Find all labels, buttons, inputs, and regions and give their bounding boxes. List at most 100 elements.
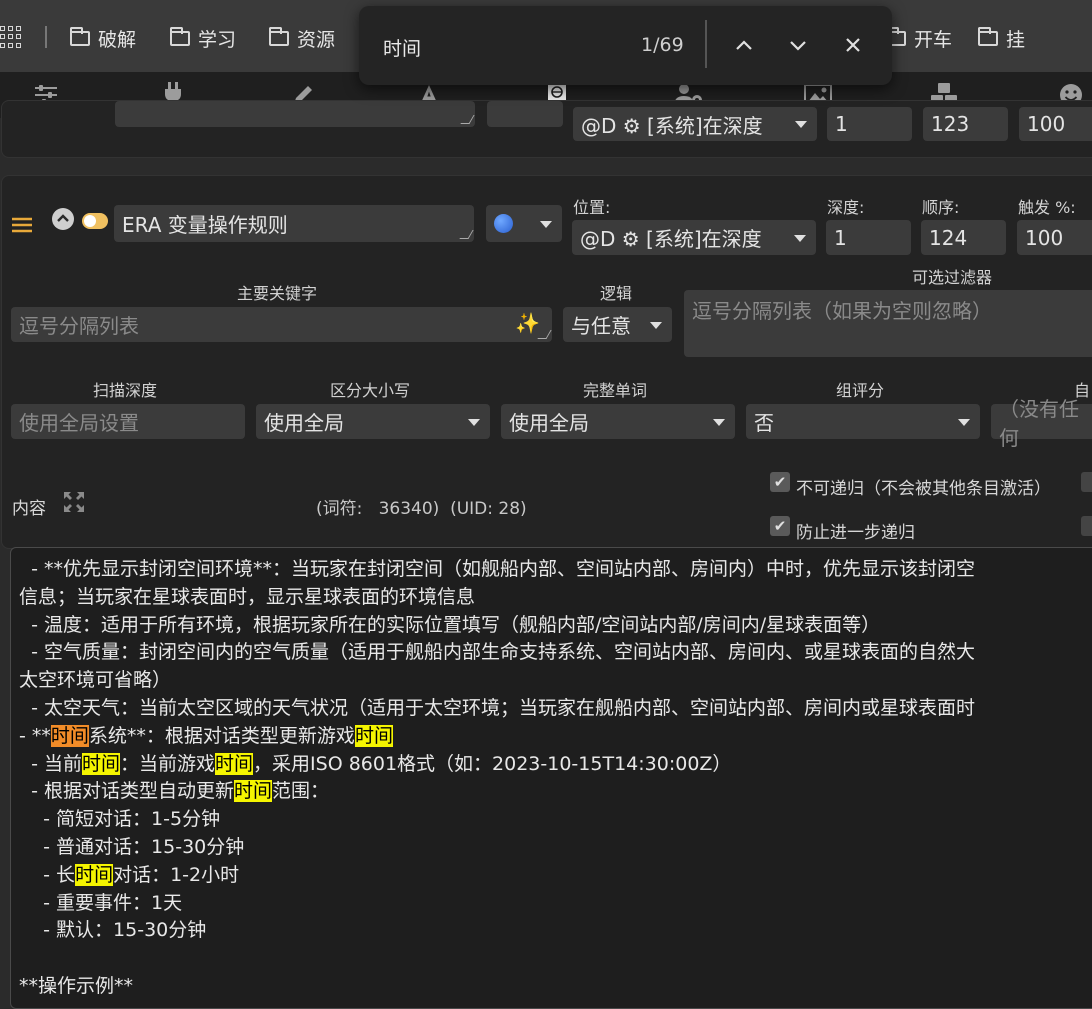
content-line: **操作示例**: [19, 971, 133, 998]
content-line: - 太空天气：当前太空区域的天气状况（适用于太空环境；当玩家在舰船内部、空间站内…: [19, 693, 975, 720]
prev-order-input[interactable]: 123: [923, 107, 1008, 141]
scan-depth-placeholder: 使用全局设置: [19, 411, 139, 435]
content-line: - 根据对话类型自动更新时间范围：: [19, 776, 329, 803]
entry-enabled-toggle[interactable]: [82, 213, 108, 229]
collapse-chevron-up-icon[interactable]: [52, 208, 74, 230]
search-match: 时间: [215, 752, 254, 775]
group-score-select[interactable]: 否: [746, 404, 980, 439]
optional-filter-input[interactable]: 逗号分隔列表（如果为空则忽略）: [684, 290, 1092, 357]
logic-select[interactable]: 与任意: [563, 307, 672, 342]
automation-input[interactable]: （没有任何: [991, 397, 1092, 450]
prev-depth-input[interactable]: 1: [827, 107, 912, 141]
content-text: - 空气质量：封闭空间内的空气质量（适用于舰船内部生命支持系统、空间站内部、房间…: [19, 641, 975, 664]
find-input[interactable]: 时间: [383, 34, 421, 61]
right-checkbox-2[interactable]: [1081, 516, 1092, 536]
trigger-value: 100: [1025, 225, 1064, 250]
prevent-recursion-checkbox[interactable]: ✔: [770, 516, 790, 536]
entry-title-input[interactable]: ERA 变量操作规则: [114, 205, 474, 242]
content-line: - 温度：适用于所有环境，根据玩家所在的实际位置填写（舰船内部/空间站内部/房间…: [19, 610, 880, 637]
primary-keywords-label: 主要关键字: [237, 284, 318, 303]
prev-position-value: @D ⚙ [系统]在深度: [581, 113, 763, 138]
folder-icon: [70, 26, 90, 46]
check-icon: ✔: [773, 473, 787, 491]
content-line: - 长时间对话：1-2小时: [19, 860, 239, 887]
content-text: ：当前游戏: [120, 752, 216, 775]
scan-depth-label: 扫描深度: [93, 381, 158, 400]
bookmark-folder-pojie[interactable]: 破解: [70, 24, 136, 52]
expand-editor-icon[interactable]: [64, 492, 84, 512]
prev-trigger-value: 100: [1027, 112, 1066, 136]
case-sensitive-select[interactable]: 使用全局: [256, 404, 490, 439]
find-next-chevron-down-icon[interactable]: [787, 34, 811, 58]
prev-position-select[interactable]: @D ⚙ [系统]在深度: [573, 107, 817, 141]
content-text: **操作示例**: [19, 975, 134, 997]
bookmark-folder-xuexi[interactable]: 学习: [170, 24, 236, 52]
trigger-label: 触发 %:: [1018, 198, 1076, 217]
depth-label: 深度:: [827, 198, 865, 217]
prev-depth-value: 1: [835, 112, 848, 136]
content-line: - 默认：15-30分钟: [19, 915, 206, 942]
position-select[interactable]: @D ⚙ [系统]在深度: [572, 220, 816, 255]
content-text: - 根据对话类型自动更新: [19, 780, 234, 803]
content-text: - 当前: [19, 752, 82, 775]
check-icon: ✔: [773, 517, 787, 535]
prev-order-value: 123: [931, 112, 970, 136]
automation-placeholder: （没有任何: [999, 396, 1079, 450]
content-line: - **时间系统**：根据对话类型更新游戏时间: [19, 721, 393, 748]
search-match-current: 时间: [50, 724, 89, 747]
entry-strategy-select[interactable]: [486, 205, 562, 242]
search-match: 时间: [81, 752, 120, 775]
whole-word-label: 完整单词: [583, 381, 648, 400]
content-line: - **优先显示封闭空间环境**：当玩家在封闭空间（如舰船内部、空间站内部、房间…: [19, 554, 975, 581]
find-prev-chevron-up-icon[interactable]: [733, 34, 757, 58]
order-input[interactable]: 124: [921, 220, 1006, 255]
folder-icon: [269, 26, 289, 46]
bookmark-label: 资源: [297, 28, 336, 51]
bookmark-label: 开车: [914, 28, 953, 51]
drag-handle-icon[interactable]: [12, 216, 32, 233]
content-line: - 简短对话：1-5分钟: [19, 804, 220, 831]
logic-label: 逻辑: [600, 284, 633, 303]
trigger-input[interactable]: 100: [1017, 220, 1092, 255]
search-match: 时间: [75, 863, 114, 886]
content-text: - **: [19, 724, 51, 747]
whole-word-select[interactable]: 使用全局: [501, 404, 735, 439]
content-editor[interactable]: - **优先显示封闭空间环境**：当玩家在封闭空间（如舰船内部、空间站内部、房间…: [10, 547, 1092, 1009]
find-match-count: 1/69: [641, 34, 684, 56]
position-value: @D ⚙ [系统]在深度: [580, 227, 762, 251]
optional-filter-label: 可选过滤器: [912, 268, 993, 287]
bookmark-folder-gua[interactable]: 挂: [978, 24, 1025, 52]
order-value: 124: [929, 225, 968, 250]
bookmark-label: 学习: [198, 28, 237, 51]
right-checkbox-1[interactable]: [1081, 472, 1092, 492]
prev-status-select[interactable]: [487, 101, 563, 127]
content-text: ，采用ISO 8601格式（如：2023-10-15T14:30:00Z）: [253, 752, 732, 775]
non-recursive-checkbox[interactable]: ✔: [770, 472, 790, 492]
content-line: - 重要事件：1天: [19, 888, 182, 915]
content-text: 系统**：根据对话类型更新游戏: [88, 724, 355, 747]
toggle-knob: [84, 215, 96, 227]
bookmark-folder-kaiche[interactable]: 开车: [886, 24, 952, 52]
folder-icon: [170, 26, 190, 46]
bookmark-folder-ziyuan[interactable]: 资源: [269, 24, 335, 52]
content-line: 太空环境可省略）: [19, 665, 171, 692]
entry-title-value: ERA 变量操作规则: [122, 213, 288, 237]
content-text: - 默认：15-30分钟: [19, 919, 207, 942]
content-text: - **优先显示封闭空间环境**：当玩家在封闭空间（如舰船内部、空间站内部、房间…: [19, 558, 975, 580]
order-label: 顺序:: [922, 198, 960, 217]
logic-value: 与任意: [571, 314, 631, 338]
scan-depth-input[interactable]: 使用全局设置: [11, 404, 245, 439]
primary-keywords-input[interactable]: 逗号分隔列表 ✨: [11, 307, 552, 342]
position-label: 位置:: [573, 198, 611, 217]
folder-icon: [978, 26, 998, 46]
depth-input[interactable]: 1: [826, 220, 911, 255]
sparkles-icon[interactable]: ✨: [515, 311, 540, 335]
apps-grid-icon[interactable]: [0, 26, 22, 48]
content-line: - 空气质量：封闭空间内的空气质量（适用于舰船内部生命支持系统、空间站内部、房间…: [19, 637, 975, 664]
prev-trigger-input[interactable]: 100: [1019, 107, 1092, 141]
find-close-icon[interactable]: [842, 34, 866, 58]
prev-title-input[interactable]: [115, 101, 475, 127]
content-text: - 太空天气：当前太空区域的天气状况（适用于太空环境；当玩家在舰船内部、空间站内…: [19, 697, 975, 719]
find-divider: [705, 20, 707, 68]
content-text: 信息；当玩家在星球表面时，显示星球表面的环境信息: [19, 585, 476, 608]
